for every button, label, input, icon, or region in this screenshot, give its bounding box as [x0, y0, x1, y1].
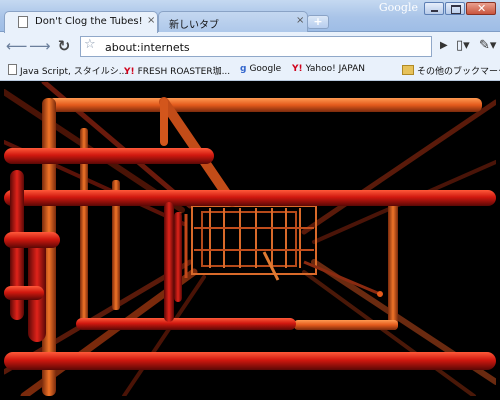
document-icon: [8, 64, 17, 75]
yahoo-icon: Y!: [124, 67, 135, 77]
tab-close-icon[interactable]: ×: [296, 15, 304, 26]
document-icon: [18, 16, 28, 28]
play-icon: ▶: [440, 40, 448, 51]
new-tab-button[interactable]: +: [307, 15, 329, 29]
page-menu-button[interactable]: ▯▾: [456, 38, 470, 53]
back-button[interactable]: ⟵: [6, 36, 28, 56]
reload-icon: ↻: [57, 37, 71, 55]
yahoo-icon: Y!: [292, 64, 303, 74]
pipes-scene: [4, 82, 496, 396]
star-icon[interactable]: ☆: [84, 37, 96, 52]
bookmark-label: Java Script, スタイルシ...: [20, 67, 128, 77]
folder-icon: [402, 65, 414, 75]
forward-button[interactable]: ⟶: [29, 36, 51, 56]
close-button[interactable]: ✕: [466, 2, 496, 15]
title-bar: Google ✕ Don't Clog the Tubes! × 新しいタブ ×…: [0, 0, 500, 33]
tab-close-icon[interactable]: ×: [147, 15, 155, 26]
tab-new-tab[interactable]: 新しいタブ ×: [158, 11, 308, 32]
address-text: about:internets: [105, 41, 190, 54]
bookmark-label: Yahoo! JAPAN: [305, 64, 365, 74]
page-menu-icon: ▯▾: [456, 38, 470, 53]
tab-title: 新しいタブ: [169, 20, 219, 31]
google-icon: g: [240, 64, 247, 74]
tab-title: Don't Clog the Tubes!: [35, 16, 143, 27]
wrench-icon: ✎▾: [479, 38, 497, 53]
bookmark-item[interactable]: その他のブックマーク: [402, 64, 500, 77]
browser-window: Google ✕ Don't Clog the Tubes! × 新しいタブ ×…: [0, 0, 500, 400]
bookmark-item[interactable]: Java Script, スタイルシ...: [8, 64, 127, 77]
reload-button[interactable]: ↻: [54, 36, 74, 56]
minimize-icon: [431, 10, 438, 12]
bookmark-item[interactable]: Y! FRESH ROASTER珈...: [124, 64, 230, 77]
perspective-pipes: [4, 82, 496, 396]
bookmark-item[interactable]: Y! Yahoo! JAPAN: [292, 64, 365, 74]
arrow-right-icon: ⟶: [29, 37, 51, 55]
address-bar[interactable]: ☆ about:internets: [80, 36, 432, 57]
arrow-left-icon: ⟵: [6, 37, 28, 55]
tools-menu-button[interactable]: ✎▾: [479, 38, 496, 53]
maximize-icon: [451, 5, 461, 14]
close-icon: ✕: [477, 2, 487, 15]
bookmark-label: その他のブックマーク: [417, 67, 500, 77]
toolbar: ⟵ ⟶ ↻ ☆ about:internets ▶ ▯▾ ✎▾: [0, 32, 500, 60]
page-content-canvas[interactable]: [4, 82, 496, 396]
minimize-button[interactable]: [424, 2, 444, 15]
brand-label: Google: [378, 1, 418, 14]
bookmarks-bar: Java Script, スタイルシ... Y! FRESH ROASTER珈..…: [0, 60, 500, 81]
maximize-button[interactable]: [445, 2, 465, 15]
bookmark-label: Google: [249, 64, 282, 74]
bookmark-item[interactable]: g Google: [240, 64, 281, 74]
go-button[interactable]: ▶: [440, 40, 448, 51]
bookmark-label: FRESH ROASTER珈...: [137, 67, 231, 77]
inner-pipe-maze: [178, 205, 383, 297]
tab-active[interactable]: Don't Clog the Tubes! ×: [4, 11, 158, 33]
